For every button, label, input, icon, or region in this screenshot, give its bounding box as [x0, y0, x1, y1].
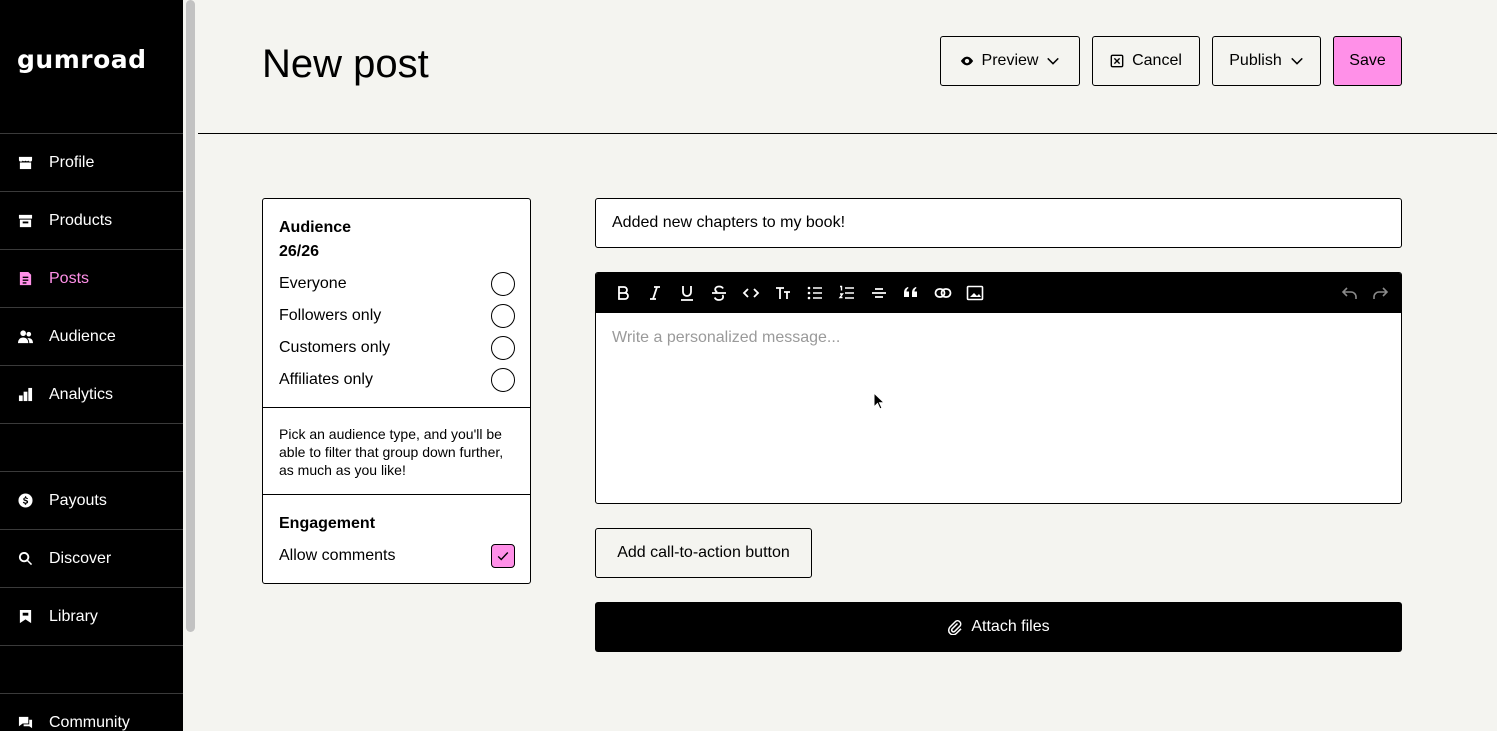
italic-icon[interactable] [639, 277, 671, 309]
sidebar-item-label: Community [49, 713, 130, 731]
radio-button[interactable] [491, 368, 515, 392]
attach-files-button[interactable]: Attach files [595, 602, 1402, 652]
sidebar-item-label: Products [49, 211, 113, 229]
cancel-button[interactable]: Cancel [1092, 36, 1200, 86]
sidebar-divider [0, 645, 183, 646]
sidebar-divider [0, 423, 183, 424]
search-icon [17, 551, 33, 567]
allow-comments-row[interactable]: Allow comments [279, 544, 515, 568]
gumroad-logo[interactable]: gumroad [17, 44, 147, 76]
allow-comments-label: Allow comments [279, 547, 396, 564]
eye-icon [960, 56, 973, 66]
sidebar-item-profile[interactable]: Profile [0, 133, 183, 191]
cancel-label: Cancel [1132, 52, 1182, 69]
sidebar-item-library[interactable]: Library [0, 587, 183, 645]
panel-divider [263, 494, 530, 495]
sidebar-item-label: Discover [49, 549, 112, 567]
attach-files-label: Attach files [971, 618, 1050, 635]
sidebar-item-label: Posts [49, 269, 90, 287]
preview-label: Preview [981, 52, 1039, 69]
link-icon[interactable] [927, 277, 959, 309]
underline-icon[interactable] [671, 277, 703, 309]
sidebar-item-label: Audience [49, 327, 116, 345]
sidebar-item-label: Profile [49, 153, 95, 171]
people-icon [17, 329, 33, 345]
option-label: Customers only [279, 339, 391, 356]
document-icon [17, 271, 33, 287]
close-box-icon [1110, 54, 1124, 68]
image-icon[interactable] [959, 277, 991, 309]
audience-option-everyone[interactable]: Everyone [279, 272, 515, 296]
horizontal-rule-icon[interactable] [863, 277, 895, 309]
option-label: Everyone [279, 275, 347, 292]
sidebar-item-label: Payouts [49, 491, 107, 509]
add-cta-label: Add call-to-action button [617, 544, 790, 561]
engagement-title: Engagement [279, 515, 376, 532]
numbered-list-icon[interactable] [831, 277, 863, 309]
radio-button[interactable] [491, 336, 515, 360]
sidebar-item-label: Analytics [49, 385, 114, 403]
mouse-cursor-icon [873, 392, 885, 410]
audience-option-followers[interactable]: Followers only [279, 304, 515, 328]
page-title: New post [262, 42, 429, 86]
save-button[interactable]: Save [1333, 36, 1402, 86]
shop-icon [17, 155, 33, 171]
sidebar-item-payouts[interactable]: Payouts [0, 471, 183, 529]
sidebar: gumroad Profile Products Posts Audience … [0, 0, 183, 731]
audience-panel: Audience 26/26 Everyone Followers only C… [262, 198, 531, 584]
chevron-down-icon [1047, 57, 1060, 65]
bold-icon[interactable] [607, 277, 639, 309]
sidebar-item-discover[interactable]: Discover [0, 529, 183, 587]
editor-body-placeholder[interactable]: Write a personalized message... [596, 313, 1401, 363]
radio-button[interactable] [491, 272, 515, 296]
sidebar-item-products[interactable]: Products [0, 191, 183, 249]
sidebar-item-community[interactable]: Community [0, 693, 183, 731]
logo-text: gumroad [17, 45, 147, 74]
code-icon[interactable] [735, 277, 767, 309]
audience-option-affiliates[interactable]: Affiliates only [279, 368, 515, 392]
text-size-icon[interactable] [767, 277, 799, 309]
quote-icon[interactable] [895, 277, 927, 309]
audience-option-customers[interactable]: Customers only [279, 336, 515, 360]
header-divider [198, 133, 1497, 134]
rich-text-editor[interactable]: Write a personalized message... [595, 272, 1402, 504]
post-title-input[interactable] [595, 198, 1402, 248]
bullet-list-icon[interactable] [799, 277, 831, 309]
panel-divider [263, 407, 530, 408]
option-label: Followers only [279, 307, 382, 324]
sidebar-item-label: Library [49, 607, 98, 625]
bar-chart-icon [17, 387, 33, 403]
undo-icon[interactable] [1333, 277, 1365, 309]
audience-hint: Pick an audience type, and you'll be abl… [279, 426, 504, 478]
archive-icon [17, 213, 33, 229]
chat-icon [17, 715, 33, 731]
preview-button[interactable]: Preview [940, 36, 1080, 86]
sidebar-item-posts[interactable]: Posts [0, 249, 183, 307]
publish-label: Publish [1229, 52, 1282, 69]
audience-count: 26/26 [279, 243, 320, 260]
dollar-icon [17, 493, 33, 509]
checkmark-icon [497, 552, 509, 561]
strikethrough-icon[interactable] [703, 277, 735, 309]
save-label: Save [1349, 52, 1386, 69]
option-label: Affiliates only [279, 371, 373, 388]
allow-comments-checkbox[interactable] [491, 544, 515, 568]
bookmark-icon [17, 609, 33, 625]
audience-title: Audience [279, 219, 352, 236]
add-cta-button[interactable]: Add call-to-action button [595, 528, 812, 578]
sidebar-item-analytics[interactable]: Analytics [0, 365, 183, 423]
publish-button[interactable]: Publish [1212, 36, 1321, 86]
sidebar-scrollbar-thumb[interactable] [186, 0, 195, 632]
sidebar-item-audience[interactable]: Audience [0, 307, 183, 365]
radio-button[interactable] [491, 304, 515, 328]
redo-icon[interactable] [1365, 277, 1397, 309]
paperclip-icon [948, 620, 962, 635]
editor-toolbar [596, 273, 1401, 313]
history-controls [1333, 277, 1397, 309]
chevron-down-icon [1290, 57, 1303, 65]
